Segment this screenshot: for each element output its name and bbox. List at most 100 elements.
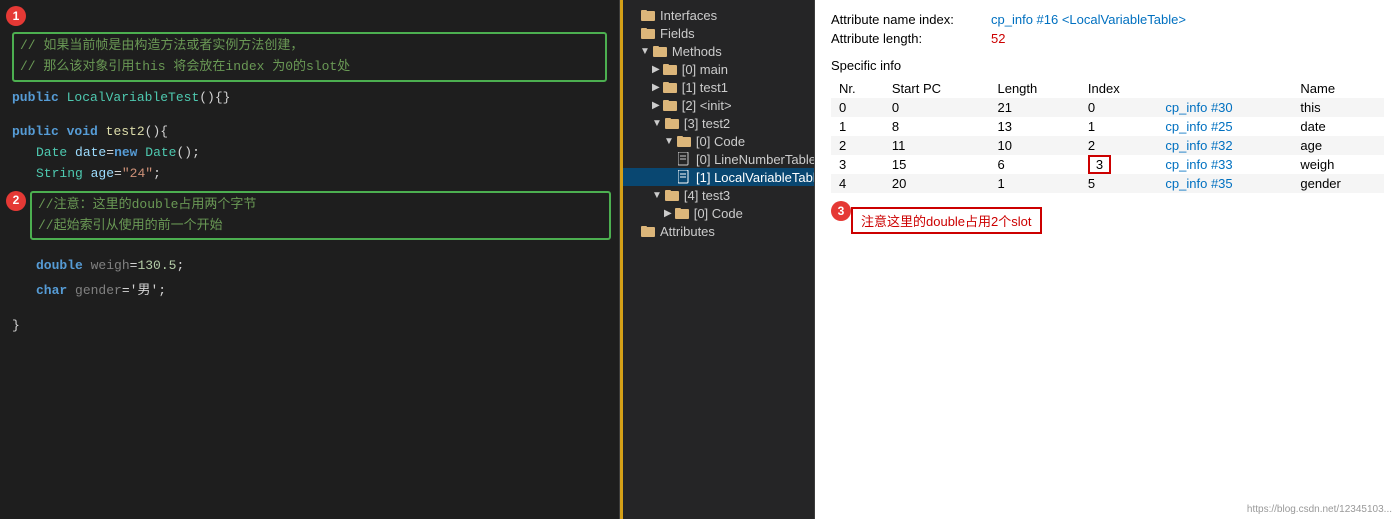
folder-icon — [676, 133, 692, 149]
comment1-line2: // 那么该对象引用this 将会放在index 为0的slot处 — [20, 57, 599, 78]
attr-length-value: 52 — [991, 31, 1005, 46]
tree-item-init[interactable]: ▶ [2] <init> — [620, 96, 814, 114]
expand-arrow: ▶ — [664, 208, 672, 219]
highlighted-index: 3 — [1088, 155, 1111, 174]
cell-link[interactable]: cp_info #32 — [1157, 136, 1292, 155]
attr-name-label: Attribute name index: — [831, 12, 991, 27]
tree-label-test2: [3] test2 — [684, 116, 730, 131]
table-row: 0 0 21 0 cp_info #30 this — [831, 98, 1384, 117]
cell-index: 0 — [1080, 98, 1158, 117]
cell-name: weigh — [1292, 155, 1384, 174]
cell-length: 13 — [989, 117, 1079, 136]
green-comment-box-1: // 如果当前帧是由构造方法或者实例方法创建， // 那么该对象引用this 将… — [12, 32, 607, 82]
specific-info-title: Specific info — [831, 58, 1384, 73]
expand-arrow: ▼ — [652, 118, 662, 129]
cell-index: 1 — [1080, 117, 1158, 136]
file-icon — [676, 151, 692, 167]
info-panel: Attribute name index: cp_info #16 <Local… — [815, 0, 1400, 519]
folder-icon — [662, 79, 678, 95]
local-variable-table: Nr. Start PC Length Index Name 0 0 21 0 … — [831, 79, 1384, 193]
tree-label-linenumbertable: [0] LineNumberTable — [696, 152, 815, 167]
comment2-line1: //注意：这里的double占用两个字节 — [38, 195, 603, 216]
code-panel: 1 // 如果当前帧是由构造方法或者实例方法创建， // 那么该对象引用this… — [0, 0, 620, 519]
tree-label-fields: Fields — [660, 26, 695, 41]
tree-panel: Interfaces Fields ▼ Methods ▶ [0] main ▶… — [620, 0, 815, 519]
th-link — [1157, 79, 1292, 98]
cell-nr: 1 — [831, 117, 884, 136]
folder-icon — [662, 97, 678, 113]
attr-name-value[interactable]: cp_info #16 <LocalVariableTable> — [991, 12, 1186, 27]
table-row: 3 15 6 3 cp_info #33 weigh — [831, 155, 1384, 174]
tree-item-fields[interactable]: Fields — [620, 24, 814, 42]
tree-item-methods[interactable]: ▼ Methods — [620, 42, 814, 60]
annotation-text: 注意这里的double占用2个slot — [851, 207, 1042, 234]
tree-label-code-test3: [0] Code — [694, 206, 743, 221]
folder-icon — [640, 223, 656, 239]
cell-name: this — [1292, 98, 1384, 117]
tree-item-code-test3[interactable]: ▶ [0] Code — [620, 204, 814, 222]
tree-item-test1[interactable]: ▶ [1] test1 — [620, 78, 814, 96]
cell-link[interactable]: cp_info #30 — [1157, 98, 1292, 117]
folder-icon — [640, 7, 656, 23]
table-row: 1 8 13 1 cp_info #25 date — [831, 117, 1384, 136]
table-row: 2 11 10 2 cp_info #32 age — [831, 136, 1384, 155]
cell-nr: 2 — [831, 136, 884, 155]
cell-start-pc: 15 — [884, 155, 990, 174]
table-row: 4 20 1 5 cp_info #35 gender — [831, 174, 1384, 193]
tree-item-main[interactable]: ▶ [0] main — [620, 60, 814, 78]
cell-link[interactable]: cp_info #35 — [1157, 174, 1292, 193]
tree-label-main: [0] main — [682, 62, 728, 77]
tree-label-init: [2] <init> — [682, 98, 732, 113]
comment1-line1: // 如果当前帧是由构造方法或者实例方法创建， — [20, 36, 599, 57]
th-length: Length — [989, 79, 1079, 98]
tree-label-attributes: Attributes — [660, 224, 715, 239]
cell-length: 1 — [989, 174, 1079, 193]
closing-brace: } — [12, 316, 607, 337]
expand-arrow: ▼ — [640, 46, 650, 57]
cell-length: 21 — [989, 98, 1079, 117]
tree-item-interfaces[interactable]: Interfaces — [620, 6, 814, 24]
cell-start-pc: 20 — [884, 174, 990, 193]
cell-index: 2 — [1080, 136, 1158, 155]
attr-length-row: Attribute length: 52 — [831, 31, 1384, 46]
tree-item-attributes[interactable]: Attributes — [620, 222, 814, 240]
tree-item-localvariabletable[interactable]: [1] LocalVariableTable — [620, 168, 814, 186]
cell-link[interactable]: cp_info #33 — [1157, 155, 1292, 174]
tree-item-test3[interactable]: ▼ [4] test3 — [620, 186, 814, 204]
cell-nr: 4 — [831, 174, 884, 193]
th-name: Name — [1292, 79, 1384, 98]
tree-item-linenumbertable[interactable]: [0] LineNumberTable — [620, 150, 814, 168]
th-start-pc: Start PC — [884, 79, 990, 98]
expand-arrow: ▼ — [652, 190, 662, 201]
tree-item-code-test2[interactable]: ▼ [0] Code — [620, 132, 814, 150]
double-line: double weigh=130.5; — [12, 256, 607, 277]
cell-start-pc: 8 — [884, 117, 990, 136]
cell-index: 3 — [1080, 155, 1158, 174]
annotation-area: 3 注意这里的double占用2个slot — [831, 199, 1384, 234]
cell-name: date — [1292, 117, 1384, 136]
tree-item-test2[interactable]: ▼ [3] test2 — [620, 114, 814, 132]
char-line: char gender='男'; — [12, 281, 607, 302]
badge-1: 1 — [6, 6, 26, 26]
expand-arrow: ▶ — [652, 100, 660, 111]
method-signature: public void test2(){ — [12, 122, 607, 143]
cell-name: age — [1292, 136, 1384, 155]
cell-length: 10 — [989, 136, 1079, 155]
folder-icon — [674, 205, 690, 221]
tree-label-localvariabletable: [1] LocalVariableTable — [696, 170, 815, 185]
expand-arrow: ▶ — [652, 64, 660, 75]
constructor-line: public LocalVariableTest(){} — [12, 88, 607, 109]
expand-arrow: ▼ — [664, 136, 674, 147]
string-line: String age="24"; — [12, 164, 607, 185]
cell-start-pc: 0 — [884, 98, 990, 117]
folder-icon — [652, 43, 668, 59]
cell-link[interactable]: cp_info #25 — [1157, 117, 1292, 136]
cell-length: 6 — [989, 155, 1079, 174]
tree-label-methods: Methods — [672, 44, 722, 59]
th-nr: Nr. — [831, 79, 884, 98]
tree-label-test3: [4] test3 — [684, 188, 730, 203]
cell-nr: 0 — [831, 98, 884, 117]
green-comment-box-2: //注意：这里的double占用两个字节 //起始索引从使用的前一个开始 — [30, 191, 611, 241]
tree-label-test1: [1] test1 — [682, 80, 728, 95]
folder-icon — [640, 25, 656, 41]
